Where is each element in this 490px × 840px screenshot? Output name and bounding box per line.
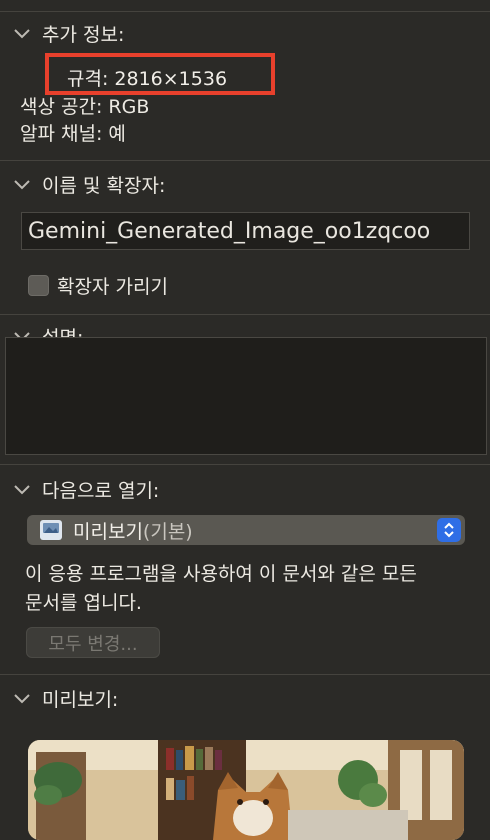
preview-app-icon <box>39 519 63 541</box>
more-info-header[interactable]: 추가 정보: <box>12 20 124 47</box>
comments-textarea[interactable] <box>5 337 487 455</box>
open-with-select[interactable]: 미리보기(기본) <box>27 515 465 545</box>
more-info-title: 추가 정보: <box>42 24 125 46</box>
chevron-down-icon[interactable] <box>12 25 34 43</box>
preview-header[interactable]: 미리보기: <box>12 685 118 712</box>
change-all-button[interactable]: 모두 변경... <box>26 627 160 658</box>
chevron-down-icon[interactable] <box>12 481 34 499</box>
dimensions-highlight: 규격: 2816×1536 <box>45 53 275 95</box>
open-with-note-line2: 문서를 엽니다. <box>25 592 142 614</box>
open-with-title: 다음으로 열기: <box>42 480 160 502</box>
dimensions-text: 규격: 2816×1536 <box>67 68 228 90</box>
name-ext-title: 이름 및 확장자: <box>42 175 166 197</box>
chevron-down-icon[interactable] <box>12 176 34 194</box>
hide-extension-checkbox[interactable] <box>28 275 49 296</box>
filename-input[interactable] <box>22 213 469 249</box>
preview-title: 미리보기: <box>42 689 119 711</box>
chevron-down-icon[interactable] <box>12 690 34 708</box>
divider-2 <box>0 314 490 315</box>
select-stepper-icon[interactable] <box>437 518 461 542</box>
divider-4 <box>0 674 490 675</box>
open-with-note-line1: 이 응용 프로그램을 사용하여 이 문서와 같은 모든 <box>25 563 417 585</box>
alpha-channel-text: 알파 채널: 예 <box>20 123 126 145</box>
filename-field[interactable] <box>21 212 470 250</box>
hide-extension-row[interactable]: 확장자 가리기 <box>28 272 168 299</box>
app-name: 미리보기 <box>73 520 143 543</box>
open-with-app-label: 미리보기(기본) <box>73 517 193 544</box>
preview-thumbnail <box>28 740 464 840</box>
divider-1 <box>0 160 490 161</box>
hide-extension-label: 확장자 가리기 <box>57 276 168 298</box>
open-with-header[interactable]: 다음으로 열기: <box>12 476 159 503</box>
divider-3 <box>0 464 490 465</box>
top-divider <box>0 11 490 12</box>
color-space-text: 색상 공간: RGB <box>20 96 150 118</box>
app-default-suffix: (기본) <box>142 520 193 543</box>
name-ext-header[interactable]: 이름 및 확장자: <box>12 171 165 198</box>
